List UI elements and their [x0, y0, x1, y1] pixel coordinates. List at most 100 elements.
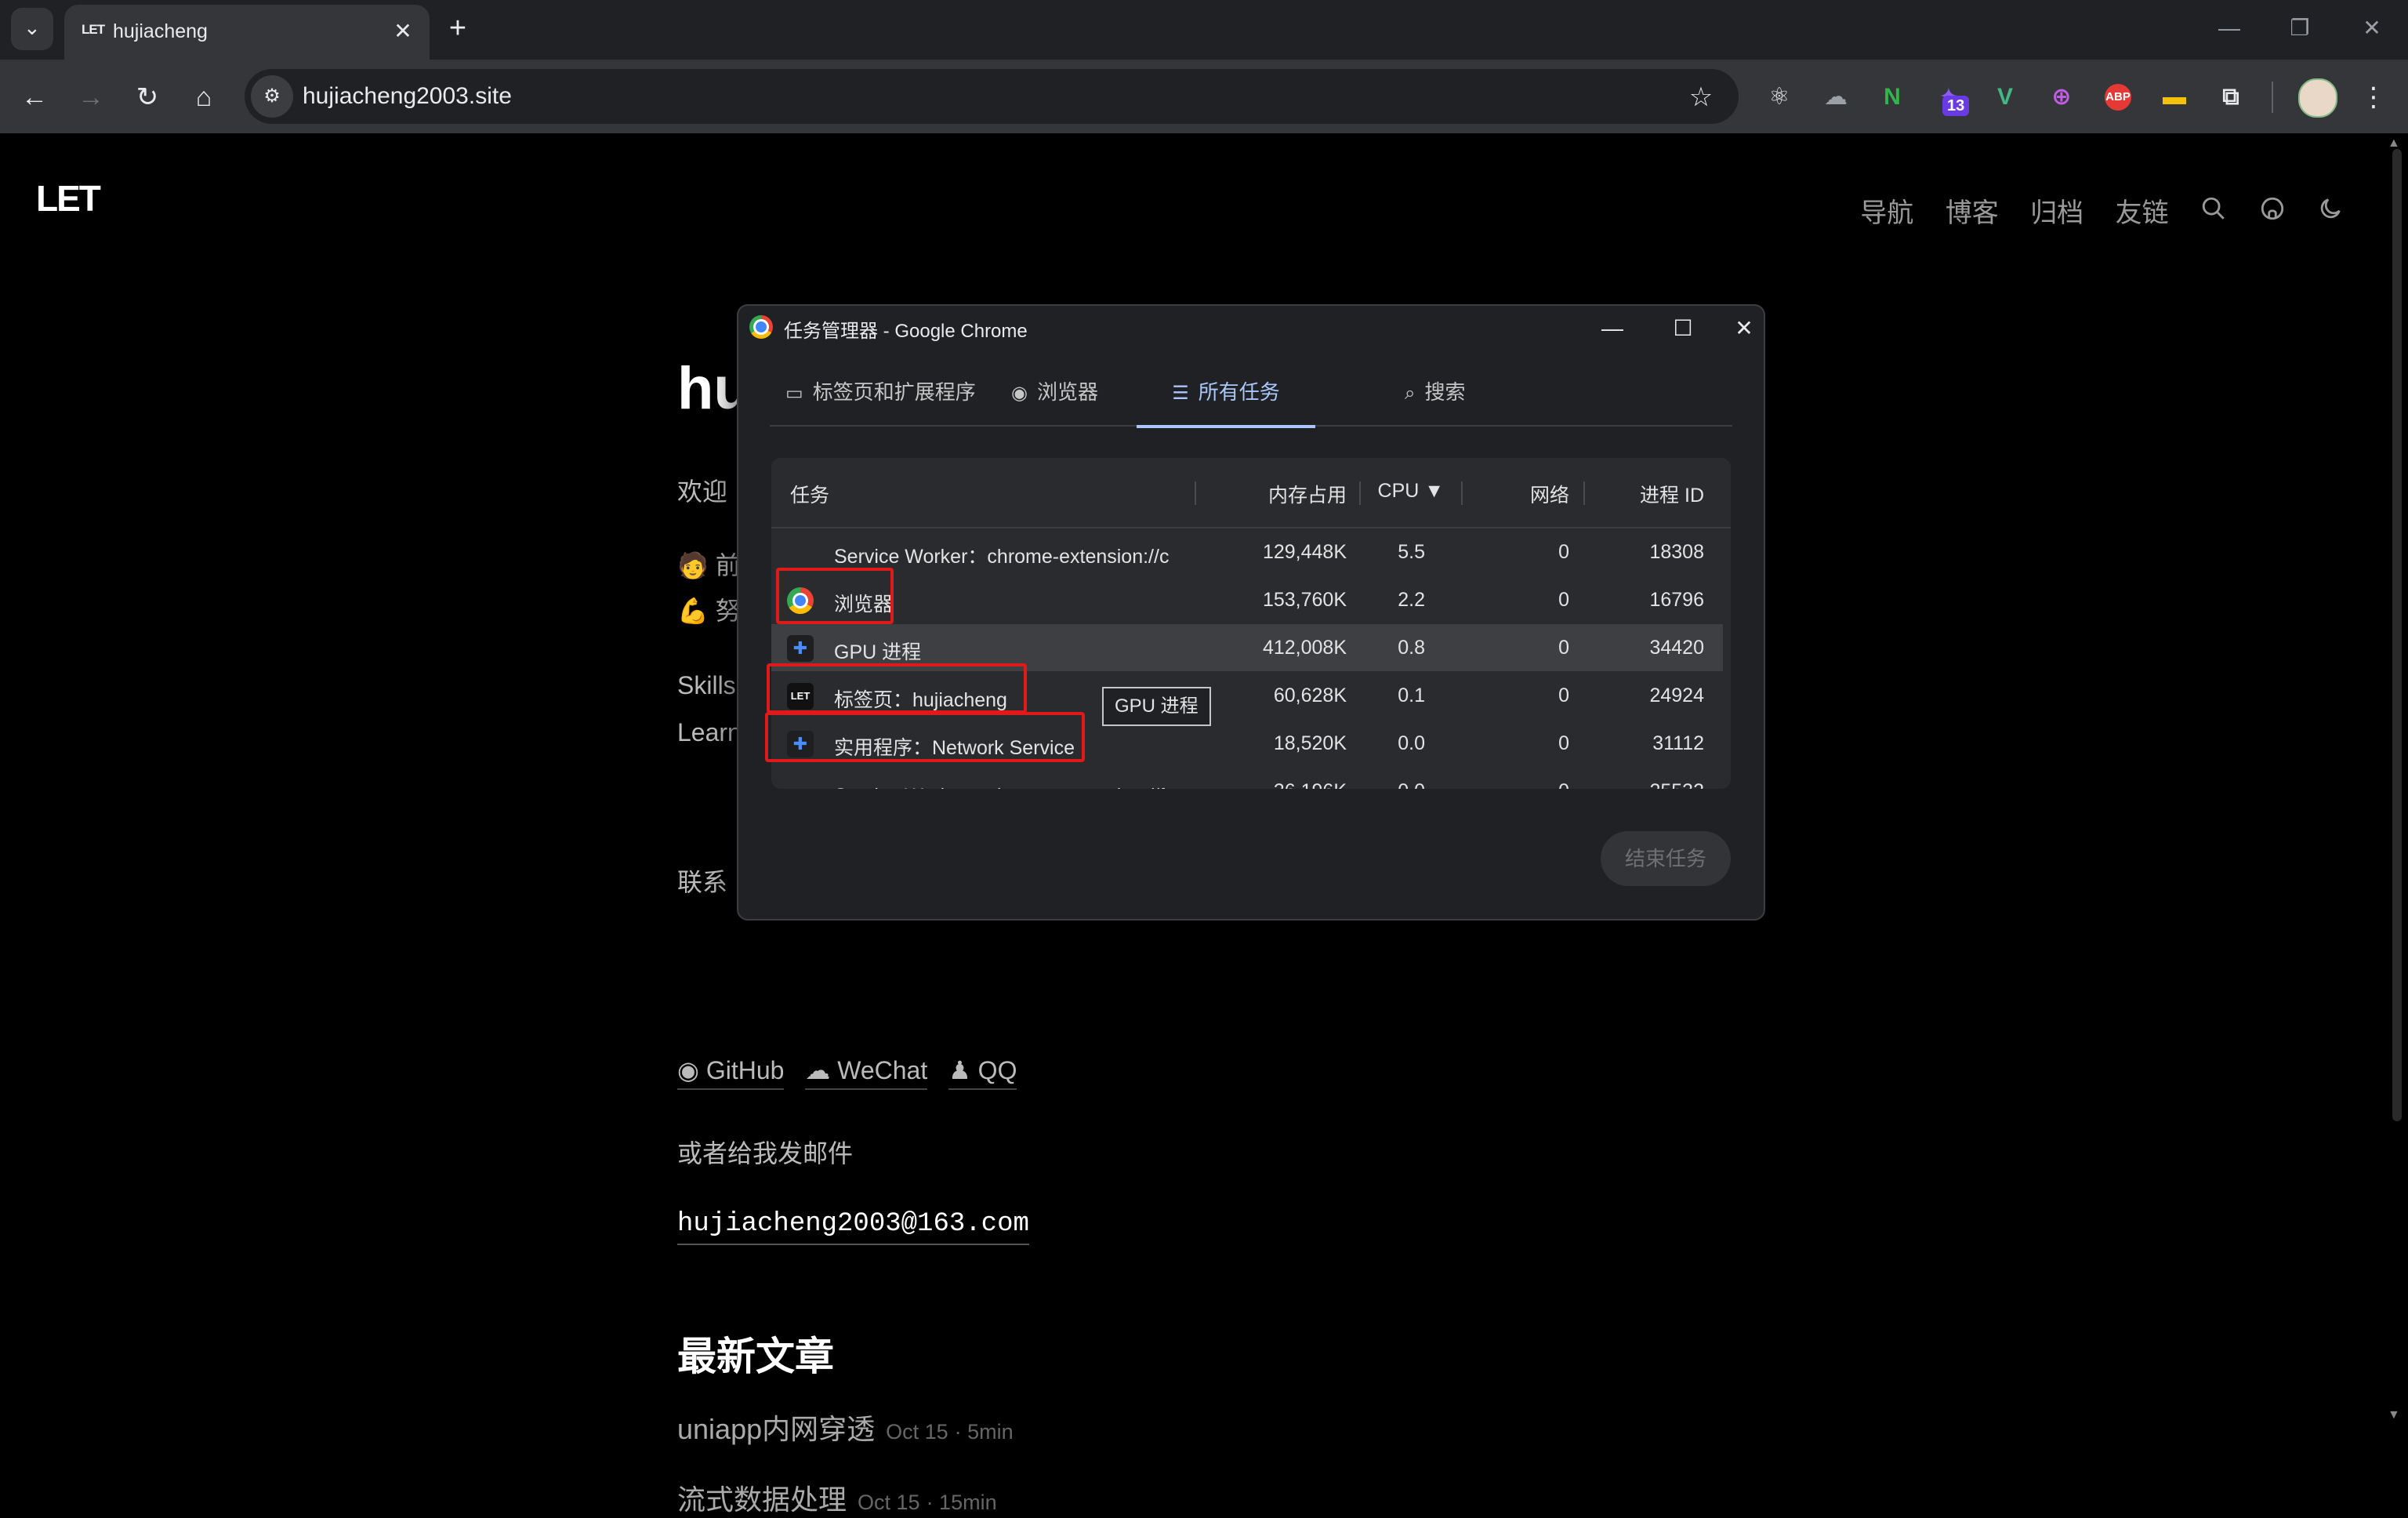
tab-search-button[interactable]: ⌄ — [11, 8, 53, 50]
back-arrow-icon[interactable]: ← — [14, 77, 55, 118]
site-logo[interactable]: LET — [36, 177, 101, 220]
bookmark-star-icon[interactable]: ☆ — [1682, 78, 1720, 116]
page-scrollbar[interactable] — [2392, 149, 2402, 1121]
close-window-icon[interactable]: ✕ — [2342, 6, 2402, 50]
list-icon: ☰ — [1172, 383, 1189, 404]
dark-mode-moon-icon[interactable] — [2317, 195, 2344, 229]
wallet-extension-icon[interactable]: ▬ — [2154, 77, 2195, 118]
site-settings-icon[interactable]: ⚙ — [251, 75, 293, 118]
cell-memory: 153,760K — [1262, 589, 1347, 611]
column-task[interactable]: 任务 — [790, 480, 829, 508]
site-favicon-icon: LET — [82, 22, 105, 37]
wechat-icon: ☁ — [805, 1056, 838, 1084]
task-row[interactable]: 浏览器 153,760K 2.2 0 16796 — [771, 576, 1723, 623]
tab-strip: ⌄ LET hujiacheng ✕ + — ❐ ✕ — [0, 0, 2408, 60]
github-icon[interactable] — [2259, 195, 2286, 229]
end-task-button[interactable]: 结束任务 — [1601, 831, 1731, 886]
extension-badge: 13 — [1942, 96, 1970, 116]
wechat-link[interactable]: ☁ WeChat — [805, 1055, 928, 1090]
cell-task: Service Worker：chrome-extension://c — [834, 546, 1170, 568]
task-row[interactable]: Service Worker：chrome-extension://f 36,19… — [771, 768, 1723, 789]
github-icon: ◉ — [677, 1056, 706, 1084]
cell-task: Service Worker：chrome-extension://f — [834, 780, 1165, 789]
home-icon[interactable]: ⌂ — [183, 77, 224, 118]
reload-icon[interactable]: ↻ — [127, 77, 168, 118]
highlight-box-browser — [776, 568, 894, 624]
task-manager-title: 任务管理器 - Google Chrome — [784, 321, 1028, 342]
column-cpu[interactable]: CPU ▼ — [1365, 480, 1444, 503]
post-link[interactable]: 流式数据处理 Oct 15 · 15min — [677, 1477, 997, 1518]
cloud-extension-icon[interactable]: ☁ — [1815, 77, 1856, 118]
cell-memory: 60,628K — [1273, 685, 1347, 706]
column-memory[interactable]: 内存占用 — [1253, 480, 1347, 508]
column-separator[interactable] — [1195, 481, 1196, 505]
nav-item-navigation[interactable]: 导航 — [1860, 191, 1913, 230]
address-bar[interactable]: ⚙ hujiacheng2003.site ☆ — [245, 69, 1739, 124]
cell-cpu: 0.0 — [1365, 780, 1425, 789]
contact-label: 联系 — [677, 868, 728, 896]
color-picker-icon[interactable]: ⊕ — [2041, 77, 2082, 118]
github-link[interactable]: ◉ GitHub — [677, 1055, 785, 1090]
n-extension-icon[interactable]: N — [1872, 77, 1913, 118]
restore-icon[interactable]: ❐ — [2270, 6, 2330, 50]
minimize-icon[interactable]: — — [1585, 310, 1640, 347]
tab-all-tasks[interactable]: ☰ 所有任务 — [1137, 361, 1315, 428]
profile-avatar[interactable] — [2298, 78, 2337, 118]
task-table-header: 任务 内存占用 CPU ▼ 网络 进程 ID — [771, 458, 1731, 528]
cell-task: GPU 进程 — [834, 641, 922, 663]
forward-arrow-icon[interactable]: → — [71, 77, 111, 118]
chrome-logo-icon — [749, 315, 773, 339]
email-label: 或者给我发邮件 — [677, 1139, 854, 1168]
cell-cpu: 0.1 — [1398, 685, 1425, 706]
react-devtools-icon[interactable]: ⚛ — [1759, 77, 1800, 118]
intro-line-1: 🧑 前 — [677, 551, 741, 579]
tab-window-icon: ▭ — [785, 383, 803, 404]
scroll-down-arrow-icon[interactable]: ▼ — [2388, 1408, 2400, 1422]
extensions-puzzle-icon[interactable]: ⧉ — [2210, 77, 2251, 118]
url-text[interactable]: hujiacheng2003.site — [303, 83, 512, 110]
column-pid[interactable]: 进程 ID — [1602, 480, 1704, 508]
new-tab-button[interactable]: + — [439, 9, 477, 47]
maximize-icon[interactable]: ☐ — [1656, 310, 1710, 347]
column-separator[interactable] — [1359, 481, 1361, 505]
adblock-plus-icon[interactable]: ABP — [2098, 77, 2138, 118]
column-separator[interactable] — [1461, 481, 1463, 505]
chevron-down-icon: ⌄ — [24, 16, 41, 39]
chrome-outline-icon: ◉ — [1011, 383, 1028, 404]
column-network[interactable]: 网络 — [1508, 480, 1569, 508]
tab-tabs-and-extensions[interactable]: ▭ 标签页和扩展程序 — [785, 361, 976, 425]
menu-dots-icon[interactable]: ⋮ — [2353, 77, 2394, 118]
minimize-icon[interactable]: — — [2199, 6, 2259, 50]
cell-network: 0 — [1558, 541, 1569, 563]
tab-hujiacheng[interactable]: LET hujiacheng ✕ — [64, 5, 430, 60]
cell-pid: 31112 — [1652, 732, 1704, 754]
task-search[interactable]: ⌕ 搜索 — [1405, 361, 1465, 425]
tab-title: hujiacheng — [113, 20, 208, 42]
close-icon[interactable]: ✕ — [1724, 310, 1764, 347]
browser-toolbar: ← → ↻ ⌂ ⚙ hujiacheng2003.site ☆ ⋮ ⚛ ☁ N ✦13… — [0, 60, 2408, 133]
task-manager-window: 任务管理器 - Google Chrome — ☐ ✕ ▭ 标签页和扩展程序 ◉ 浏… — [737, 304, 1765, 921]
search-icon[interactable] — [2200, 195, 2227, 229]
wizard-extension-icon[interactable]: ✦13 — [1928, 77, 1970, 118]
social-links: ◉ GitHub ☁ WeChat ♟ QQ — [677, 1055, 1031, 1090]
email-link[interactable]: hujiacheng2003@163.com — [677, 1209, 1029, 1245]
nav-item-blog[interactable]: 博客 — [1946, 191, 1999, 230]
intro-line-2: 💪 努 — [677, 597, 741, 625]
cell-cpu: 2.2 — [1398, 589, 1425, 611]
cell-cpu: 0.0 — [1398, 732, 1425, 754]
vue-devtools-icon[interactable]: V — [1985, 77, 2025, 118]
tab-browser[interactable]: ◉ 浏览器 — [1011, 361, 1098, 425]
qq-link[interactable]: ♟ QQ — [948, 1055, 1017, 1090]
qq-icon: ♟ — [948, 1056, 978, 1084]
site-nav: 导航 博客 归档 友链 — [1832, 191, 2344, 230]
column-separator[interactable] — [1583, 481, 1585, 505]
task-row[interactable]: Service Worker：chrome-extension://c 129,4… — [771, 528, 1723, 576]
cell-cpu: 5.5 — [1398, 541, 1425, 563]
task-manager-tabs: ▭ 标签页和扩展程序 ◉ 浏览器 ☰ 所有任务 ⌕ 搜索 — [770, 361, 1732, 428]
nav-item-friends[interactable]: 友链 — [2116, 191, 2169, 230]
cell-network: 0 — [1558, 685, 1569, 706]
scroll-up-arrow-icon[interactable]: ▲ — [2388, 136, 2400, 151]
close-icon[interactable]: ✕ — [387, 16, 419, 47]
nav-item-archive[interactable]: 归档 — [2030, 191, 2083, 230]
post-link[interactable]: uniapp内网穿透 Oct 15 · 5min — [677, 1407, 1014, 1447]
